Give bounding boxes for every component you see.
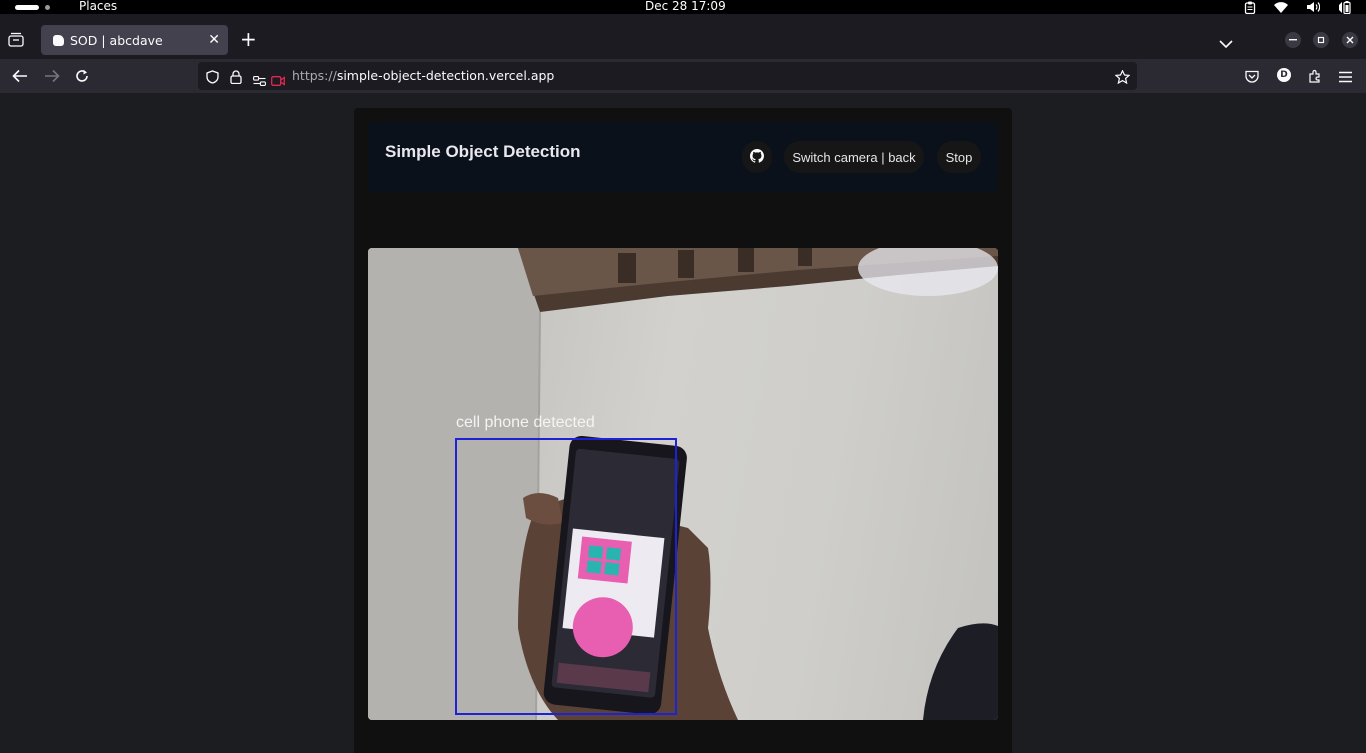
activities-button[interactable] [15,5,50,10]
url-scheme: https:// [292,68,337,83]
detection-bounding-box [455,438,677,715]
volume-icon[interactable] [1306,1,1320,13]
back-arrow-icon[interactable] [12,68,28,87]
web-page: Simple Object Detection Switch camera | … [0,93,1366,753]
workspace-indicator [45,5,50,10]
url-host: simple-object-detection.vercel.app [336,68,555,83]
minimize-window-icon[interactable] [1285,32,1301,48]
close-tab-icon[interactable]: ✕ [208,32,220,48]
app-container: Simple Object Detection Switch camera | … [354,108,1012,753]
navigation-toolbar: https://simple-object-detection.vercel.a… [0,59,1366,93]
github-icon [750,148,765,166]
extensions-icon[interactable] [1308,68,1322,87]
switch-camera-button[interactable]: Switch camera | back [784,141,924,173]
chevron-down-icon[interactable] [1219,34,1233,53]
account-avatar[interactable]: D [1277,68,1291,82]
tab-title: SOD | abcdave [70,32,163,48]
url-bar[interactable]: https://simple-object-detection.vercel.a… [198,62,1137,90]
clock[interactable]: Dec 28 17:09 [645,0,726,13]
reload-icon[interactable] [75,68,89,87]
app-title: Simple Object Detection [385,142,581,161]
url-text[interactable]: https://simple-object-detection.vercel.a… [292,68,554,83]
detection-label: cell phone detected [456,414,595,431]
wifi-icon[interactable] [1274,1,1288,13]
firefox-view-icon[interactable] [8,32,24,51]
github-button[interactable] [742,141,772,173]
forward-arrow-icon[interactable] [44,68,60,87]
places-menu[interactable]: Places [79,0,117,13]
system-top-bar: Places Dec 28 17:09 [0,0,1366,14]
page-favicon-icon [53,34,64,46]
new-tab-icon[interactable]: + [240,27,257,51]
restore-window-icon[interactable] [1313,32,1329,48]
tab-strip: SOD | abcdave ✕ + [0,21,1366,59]
stop-button[interactable]: Stop [937,141,981,173]
camera-sharing-icon[interactable] [271,71,285,90]
bookmark-star-icon[interactable] [1114,69,1131,88]
close-window-icon[interactable] [1342,32,1358,48]
camera-video-feed: cell phone detected [368,248,998,720]
hamburger-menu-icon[interactable] [1339,68,1352,87]
permissions-icon[interactable] [253,71,266,90]
lock-icon[interactable] [230,69,242,88]
battery-icon[interactable] [1338,0,1352,14]
tracking-shield-icon[interactable] [206,69,219,88]
system-tray[interactable] [1244,0,1352,14]
workspace-indicator-active [15,5,39,10]
app-header: Simple Object Detection Switch camera | … [368,122,998,192]
clipboard-icon[interactable] [1244,1,1256,14]
pocket-icon[interactable] [1245,68,1259,87]
tab-active[interactable]: SOD | abcdave ✕ [41,25,228,55]
